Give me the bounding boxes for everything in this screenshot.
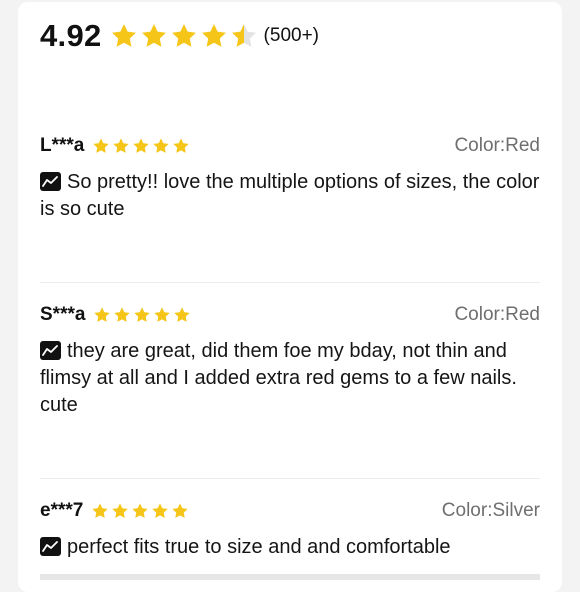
review-text: they are great, did them foe my bday, no…: [40, 338, 540, 419]
review-header: L***a Color:Red: [40, 133, 540, 159]
reviewer-name: e***7: [40, 500, 84, 521]
star-icon: [113, 306, 131, 324]
rating-summary[interactable]: 4.92 (500+): [40, 14, 319, 58]
review-stars: [93, 306, 193, 324]
star-icon: [172, 137, 190, 155]
review-text-content: they are great, did them foe my bday, no…: [40, 340, 517, 416]
star-icon: [140, 22, 168, 50]
review-stars: [92, 137, 192, 155]
translate-icon[interactable]: [40, 537, 61, 556]
review-item: L***a Color:Red So pretty!! love the mul…: [40, 133, 540, 223]
star-icon: [151, 502, 169, 520]
star-icon: [170, 22, 198, 50]
star-icon: [133, 306, 151, 324]
reviewer-name: S***a: [40, 304, 86, 325]
review-item: S***a Color:Red they are great, did them…: [40, 302, 540, 419]
star-icon: [110, 22, 138, 50]
star-icon: [230, 22, 258, 50]
star-icon: [173, 306, 191, 324]
review-item: e***7 Color:Silver perfect fits true to …: [40, 498, 540, 561]
divider: [40, 282, 540, 283]
star-icon: [132, 137, 150, 155]
reviewer-name: L***a: [40, 135, 85, 156]
star-icon: [91, 502, 109, 520]
translate-icon[interactable]: [40, 172, 61, 191]
review-count: (500+): [263, 25, 319, 46]
variant-label: Color:Silver: [441, 500, 540, 521]
review-text-content: So pretty!! love the multiple options of…: [40, 171, 540, 220]
summary-stars: [110, 22, 260, 50]
review-header: e***7 Color:Silver: [40, 498, 540, 524]
divider: [40, 478, 540, 479]
review-text-content: perfect fits true to size and and comfor…: [67, 536, 451, 558]
review-header: S***a Color:Red: [40, 302, 540, 328]
star-icon: [111, 502, 129, 520]
next-review-preview: [40, 574, 540, 580]
star-icon: [153, 306, 171, 324]
average-rating: 4.92: [40, 18, 102, 53]
star-icon: [171, 502, 189, 520]
star-icon: [93, 306, 111, 324]
star-icon: [131, 502, 149, 520]
star-icon: [112, 137, 130, 155]
star-icon: [152, 137, 170, 155]
variant-label: Color:Red: [454, 304, 540, 325]
review-stars: [91, 502, 191, 520]
variant-label: Color:Red: [454, 135, 540, 156]
translate-icon[interactable]: [40, 341, 61, 360]
star-icon: [92, 137, 110, 155]
review-text: So pretty!! love the multiple options of…: [40, 169, 540, 223]
review-text: perfect fits true to size and and comfor…: [40, 534, 540, 561]
star-icon: [200, 22, 228, 50]
